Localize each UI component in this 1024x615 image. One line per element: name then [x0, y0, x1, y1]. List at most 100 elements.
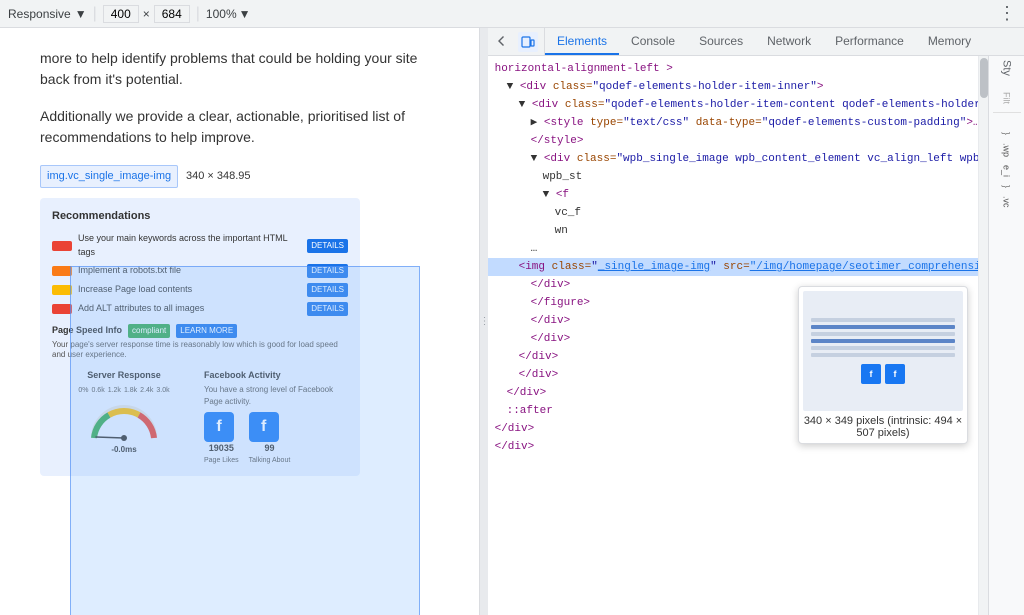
recommendations-box: Recommendations Use your main keywords a… [40, 198, 360, 477]
rec-text-3: Increase Page load contents [78, 283, 301, 297]
page-likes-section: f 19035 Page Likes [204, 412, 239, 466]
page-speed-text: Your page's server response time is reas… [52, 340, 348, 361]
fb-text: You have a strong level of Facebook Page… [204, 384, 348, 408]
preview-text1: more to help identify problems that coul… [40, 48, 439, 90]
fb-title: Facebook Activity [204, 369, 348, 383]
tab-network-label: Network [767, 34, 811, 48]
talking-about-label: Talking About [249, 456, 291, 467]
html-line: ▼ <div class="qodef-elements-holder-item… [488, 96, 978, 114]
rec-btn-1[interactable]: DETAILS [307, 239, 348, 253]
facebook-activity-section: Facebook Activity You have a strong leve… [204, 369, 348, 467]
toolbar: Responsive ▼ | 400 × 684 | 100% ▼ ⋮ [0, 0, 1024, 28]
gauge-label-0: 0% [78, 386, 88, 397]
preview-content: more to help identify problems that coul… [0, 28, 479, 496]
page-speed-title: Page Speed Info [52, 324, 122, 338]
inspect-icon-btn[interactable] [494, 32, 514, 52]
more-options-button[interactable]: ⋮ [998, 3, 1016, 24]
html-line: </style> [488, 132, 978, 150]
separator: | [93, 5, 97, 23]
tab-memory-label: Memory [928, 34, 971, 48]
page-likes-label: Page Likes [204, 456, 239, 467]
tab-elements[interactable]: Elements [545, 28, 619, 55]
tab-network[interactable]: Network [755, 28, 823, 55]
style-divider [993, 112, 1021, 124]
mini-fb-icon-2: f [885, 364, 905, 384]
rec-item-1: Use your main keywords across the import… [52, 232, 348, 259]
rec-item-2: Implement a robots.txt file DETAILS [52, 264, 348, 278]
responsive-label: Responsive [8, 7, 71, 21]
gauge-label-2: 1.2k [108, 386, 121, 397]
style-panel-label: Sty [1001, 60, 1013, 76]
mini-fb-icon-1: f [861, 364, 881, 384]
rec-item-4: Add ALT attributes to all images DETAILS [52, 302, 348, 316]
responsive-selector[interactable]: Responsive ▼ [8, 7, 87, 21]
separator2: | [196, 5, 200, 23]
compliant-badge: compliant [128, 324, 170, 338]
tooltip-preview-image: f f [803, 291, 963, 411]
resize-handle[interactable]: ⋮ [480, 28, 488, 615]
tab-sources-label: Sources [699, 34, 743, 48]
rec-badge-red [52, 241, 72, 251]
preview-text2: Additionally we provide a clear, actiona… [40, 106, 439, 148]
fb-icon-1: f [204, 412, 234, 442]
rec-text-1: Use your main keywords across the import… [78, 232, 301, 259]
rec-badge-orange [52, 266, 72, 276]
gauge-value: -0.0ms [111, 444, 136, 456]
triangle-icon[interactable]: ▼ [543, 189, 550, 201]
e-label: e_i [1002, 165, 1012, 177]
chevron-down-icon2: ▼ [239, 7, 251, 21]
triangle-icon[interactable]: ▼ [531, 153, 538, 165]
fb-icon-2: f [249, 412, 279, 442]
scroll-thumb[interactable] [980, 58, 988, 98]
zoom-selector[interactable]: 100% ▼ [206, 7, 251, 21]
wp-label: .wp [1002, 143, 1012, 157]
triangle-icon[interactable]: ▼ [519, 99, 526, 111]
zoom-label: 100% [206, 7, 237, 21]
scrollbar[interactable] [978, 56, 988, 615]
inh-label-1: } [1002, 132, 1012, 135]
html-area: horizontal-alignment-left > ▼ <div class… [488, 56, 978, 615]
rec-btn-4[interactable]: DETAILS [307, 302, 348, 316]
cross-label: × [143, 7, 150, 21]
learn-more-btn[interactable]: LEARN MORE [176, 324, 237, 338]
html-line-highlighted[interactable]: <img class="_single_image-img" src="/img… [488, 258, 978, 276]
devtools-panel: Elements Console Sources Network Perform… [488, 28, 1024, 615]
html-line: ▼ <div class="wpb_single_image wpb_conte… [488, 150, 978, 168]
rec-text-4: Add ALT attributes to all images [78, 302, 301, 316]
tooltip-size-text: 340 × 349 pixels (intrinsic: 494 × 507 p… [803, 415, 963, 439]
gauge-svg [84, 398, 164, 446]
width-input[interactable]: 400 [103, 5, 139, 23]
tab-console[interactable]: Console [619, 28, 687, 55]
element-class-label: img.vc_single_image-img [40, 165, 178, 188]
tab-performance-label: Performance [835, 34, 904, 48]
element-size: 340 × 348.95 [186, 170, 251, 182]
page-likes-count: 19035 [204, 442, 239, 456]
triangle-icon[interactable]: ▼ [507, 81, 514, 93]
html-line: … [488, 240, 978, 258]
server-response-section: Server Response 0% 0.6k 1.2k 1.8k 2.4k 3… [52, 369, 196, 467]
html-line: wpb_st [488, 168, 978, 186]
tab-performance[interactable]: Performance [823, 28, 916, 55]
page-speed-section: Page Speed Info compliant LEARN MORE You… [52, 324, 348, 361]
viewport-size: 400 × 684 [103, 5, 190, 23]
height-input[interactable]: 684 [154, 5, 190, 23]
close-brace: } [1002, 185, 1012, 188]
html-line: wn [488, 222, 978, 240]
element-tag-label: img.vc_single_image-img 340 × 348.95 [40, 164, 439, 192]
gauge-label-4: 2.4k [140, 386, 153, 397]
rec-btn-2[interactable]: DETAILS [307, 264, 348, 278]
tooltip-size-value: 340 × 349 pixels (intrinsic: 494 × 507 p… [804, 415, 962, 439]
rec-badge-red2 [52, 304, 72, 314]
html-line: ▼ <div class="qodef-elements-holder-item… [488, 78, 978, 96]
rec-title: Recommendations [52, 208, 348, 225]
devtools-icon-bar [488, 28, 545, 55]
device-icon-btn[interactable] [518, 32, 538, 52]
tab-sources[interactable]: Sources [687, 28, 755, 55]
rec-btn-3[interactable]: DETAILS [307, 283, 348, 297]
talking-about-section: f 99 Talking About [249, 412, 291, 466]
rec-text-2: Implement a robots.txt file [78, 264, 301, 278]
triangle-icon[interactable]: ▶ [531, 117, 538, 129]
devtools-content: horizontal-alignment-left > ▼ <div class… [488, 56, 1024, 615]
vc-label: .vc [1002, 196, 1012, 208]
tab-memory[interactable]: Memory [916, 28, 983, 55]
